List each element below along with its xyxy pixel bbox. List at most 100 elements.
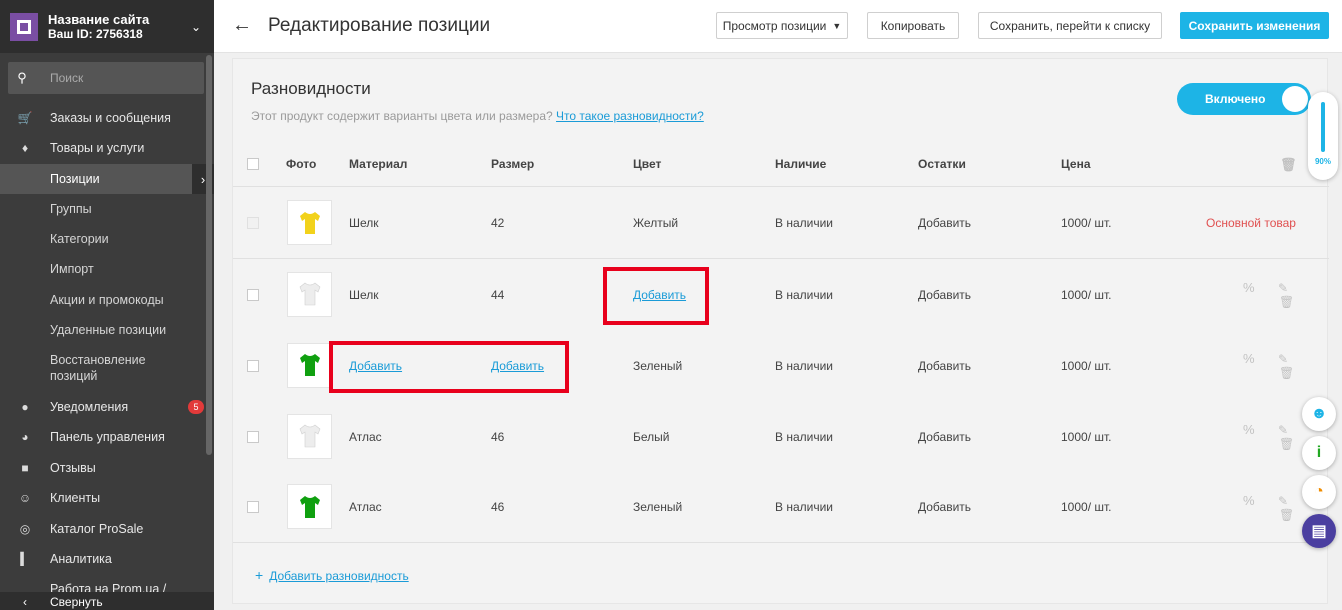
chevron-down-icon: ▼ bbox=[832, 20, 842, 31]
row-checkbox[interactable] bbox=[247, 359, 259, 372]
row-checkbox[interactable] bbox=[247, 288, 259, 301]
collapse-button[interactable]: ‹ Свернуть bbox=[0, 592, 214, 610]
site-id: Ваш ID: 2756318 bbox=[48, 26, 143, 41]
variants-card: Разновидности Этот продукт содержит вари… bbox=[232, 58, 1329, 604]
view-select[interactable]: Просмотр позиции ▼ bbox=[716, 12, 848, 39]
color-cell: Зеленый bbox=[633, 358, 683, 373]
row-checkbox[interactable] bbox=[247, 501, 259, 513]
availability-cell: В наличии bbox=[775, 500, 834, 514]
sidebar-item-orders[interactable]: 🛒 Заказы и сообщения bbox=[0, 103, 206, 133]
back-arrow-icon[interactable]: ← bbox=[232, 14, 252, 37]
info-icon[interactable]: i bbox=[1302, 436, 1336, 470]
headset-icon[interactable]: ◔ bbox=[1302, 475, 1336, 509]
price-cell: 1000/ шт. bbox=[1061, 429, 1112, 444]
price-cell: 1000/ шт. bbox=[1061, 358, 1112, 373]
variants-toggle[interactable]: Включено bbox=[1177, 83, 1311, 115]
save-and-list-button[interactable]: Сохранить, перейти к списку bbox=[978, 12, 1162, 39]
tshirt-thumbnail[interactable] bbox=[287, 342, 332, 388]
price-cell: 1000/ шт. bbox=[1061, 216, 1112, 230]
what-are-variants-link[interactable]: Что такое разновидности? bbox=[556, 109, 704, 123]
size-cell: 46 bbox=[491, 500, 505, 514]
stock-cell[interactable]: Добавить bbox=[918, 500, 971, 514]
edit-icon[interactable]: ✎ bbox=[1278, 494, 1288, 508]
table-row: Атлас 46 Белый В наличии Добавить 1000/ … bbox=[233, 401, 1329, 472]
trash-icon[interactable]: 🗑 bbox=[1279, 366, 1294, 380]
trash-icon[interactable]: 🗑 bbox=[1279, 437, 1294, 451]
color-cell: Желтый bbox=[633, 216, 679, 230]
tshirt-icon bbox=[299, 211, 320, 234]
discount-icon[interactable]: % bbox=[1243, 422, 1255, 437]
tshirt-thumbnail[interactable] bbox=[287, 413, 332, 459]
search-input[interactable]: ⚲ Поиск bbox=[8, 62, 204, 94]
edit-icon[interactable]: ✎ bbox=[1278, 423, 1288, 437]
target-icon: ◎ bbox=[19, 522, 31, 536]
bell-icon: ● bbox=[21, 400, 29, 414]
variants-subtitle: Этот продукт содержит варианты цвета или… bbox=[251, 109, 704, 123]
discount-icon[interactable]: % bbox=[1243, 493, 1255, 508]
trash-icon[interactable]: 🗑 bbox=[1280, 157, 1297, 173]
highlight-box bbox=[329, 341, 569, 393]
edit-icon[interactable]: ✎ bbox=[1278, 281, 1288, 295]
cart-icon: 🛒 bbox=[17, 111, 33, 125]
sidebar-item-clients[interactable]: ☺ Клиенты bbox=[0, 483, 206, 513]
sidebar-item-categories[interactable]: Категории bbox=[0, 224, 206, 254]
row-checkbox bbox=[247, 217, 259, 229]
size-cell: 46 bbox=[491, 429, 505, 444]
sidebar-item-dashboard[interactable]: ◕ Панель управления bbox=[0, 422, 206, 452]
color-cell: Зеленый bbox=[633, 500, 683, 514]
save-changes-button[interactable]: Сохранить изменения bbox=[1180, 12, 1329, 39]
stock-cell[interactable]: Добавить bbox=[918, 359, 971, 373]
row-checkbox[interactable] bbox=[247, 430, 259, 443]
sidebar-item-import[interactable]: Импорт bbox=[0, 254, 206, 284]
trash-icon[interactable]: 🗑 bbox=[1279, 508, 1294, 522]
stock-cell[interactable]: Добавить bbox=[918, 216, 971, 230]
table-header: Фото Материал Размер Цвет Наличие Остатк… bbox=[233, 141, 1329, 187]
material-cell: Атлас bbox=[349, 500, 382, 514]
availability-cell: В наличии bbox=[775, 216, 834, 230]
sidebar-item-groups[interactable]: Группы bbox=[0, 194, 206, 224]
sidebar-item-analytics[interactable]: ▍ Аналитика bbox=[0, 544, 206, 574]
tshirt-thumbnail[interactable] bbox=[287, 200, 332, 245]
search-icon: ⚲ bbox=[17, 70, 27, 85]
chevron-down-icon[interactable]: ⌄ bbox=[186, 20, 206, 34]
column-header: Цвет bbox=[633, 156, 662, 171]
trash-icon[interactable]: 🗑 bbox=[1279, 295, 1294, 309]
column-header: Фото bbox=[286, 156, 317, 171]
tshirt-icon bbox=[299, 424, 320, 448]
add-variant-button[interactable]: + Добавить разновидность bbox=[255, 567, 409, 583]
select-all-checkbox[interactable] bbox=[247, 157, 259, 170]
chat-icon[interactable]: ▤ bbox=[1302, 514, 1336, 548]
sidebar-item-prosale[interactable]: ◎ Каталог ProSale bbox=[0, 514, 206, 544]
highlight-box bbox=[603, 267, 709, 325]
sidebar-item-deleted[interactable]: Удаленные позиции bbox=[0, 315, 206, 345]
sidebar-scrollbar[interactable] bbox=[206, 55, 212, 455]
stock-cell[interactable]: Добавить bbox=[918, 430, 971, 444]
column-header: Наличие bbox=[775, 156, 827, 171]
sidebar: Название сайта Ваш ID: 2756318 ⌄ ⚲ Поиск… bbox=[0, 0, 214, 610]
tshirt-thumbnail[interactable] bbox=[287, 484, 332, 529]
copy-button[interactable]: Копировать bbox=[867, 12, 959, 39]
sidebar-header[interactable]: Название сайта Ваш ID: 2756318 ⌄ bbox=[0, 0, 214, 53]
sidebar-item-promos[interactable]: Акции и промокоды bbox=[0, 285, 206, 315]
site-name: Название сайта bbox=[48, 11, 150, 27]
sidebar-item-reviews[interactable]: ■ Отзывы bbox=[0, 453, 206, 483]
discount-icon[interactable]: % bbox=[1243, 351, 1255, 366]
stock-cell[interactable]: Добавить bbox=[918, 288, 971, 302]
zoom-indicator[interactable]: 90% bbox=[1308, 92, 1338, 180]
tshirt-thumbnail[interactable] bbox=[287, 271, 332, 317]
variants-title: Разновидности bbox=[251, 79, 371, 98]
sidebar-item-products[interactable]: ♦ Товары и услуги bbox=[0, 133, 206, 163]
table-row: Шелк 44 Добавить В наличии Добавить 1000… bbox=[233, 259, 1329, 330]
discount-icon[interactable]: % bbox=[1243, 280, 1255, 295]
sidebar-item-positions[interactable]: Позиции bbox=[0, 164, 192, 194]
notification-badge: 5 bbox=[188, 400, 204, 414]
column-header: Материал bbox=[349, 156, 408, 171]
chevron-left-icon: ‹ bbox=[23, 595, 27, 609]
table-row: Атлас 46 Зеленый В наличии Добавить 1000… bbox=[233, 472, 1329, 543]
sidebar-item-notifications[interactable]: ● Уведомления 5 bbox=[0, 392, 206, 422]
main-product-label: Основной товар bbox=[1206, 216, 1296, 230]
edit-icon[interactable]: ✎ bbox=[1278, 352, 1288, 366]
tag-icon: ♦ bbox=[21, 141, 29, 155]
user-support-icon[interactable]: ☻ bbox=[1302, 397, 1336, 431]
sidebar-item-restore[interactable]: Восстановление позиций bbox=[0, 352, 206, 386]
